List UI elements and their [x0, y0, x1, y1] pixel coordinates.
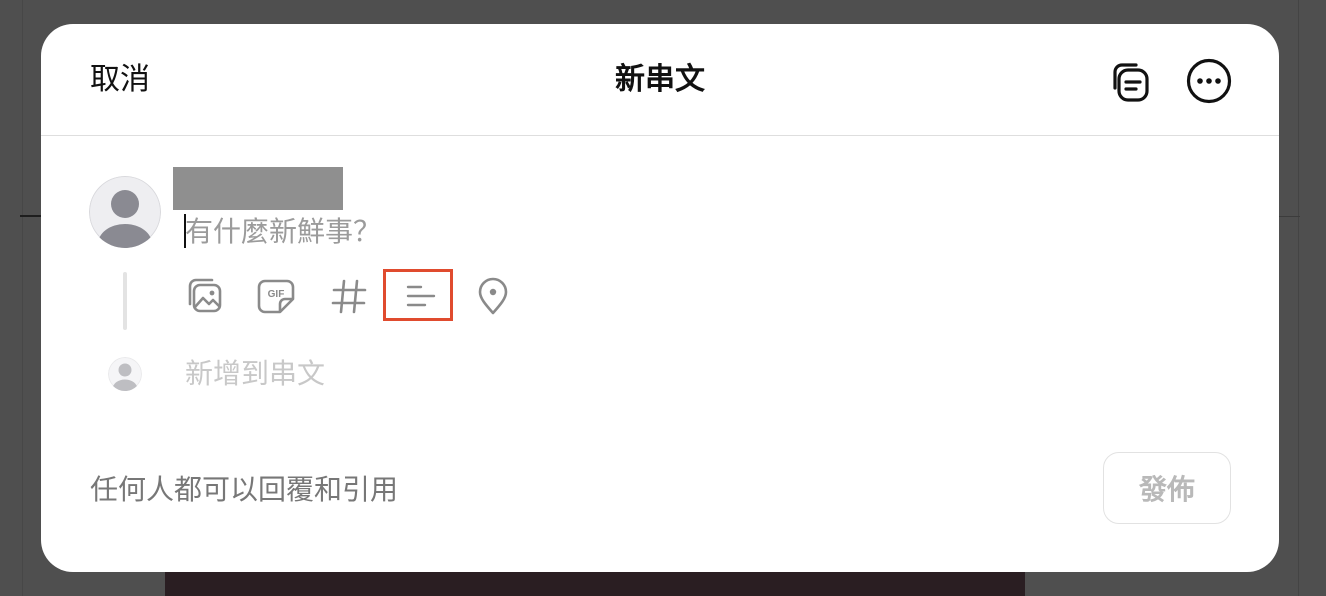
background-divider — [22, 0, 23, 596]
username-redacted — [173, 167, 343, 210]
background-rule — [1278, 216, 1300, 217]
location-icon — [478, 277, 508, 315]
add-to-thread[interactable]: 新增到串文 — [185, 354, 325, 394]
highlight-box — [383, 269, 453, 321]
gif-icon: GIF — [257, 279, 295, 314]
add-hashtag-button[interactable] — [325, 272, 373, 320]
new-thread-dialog: 取消 新串文 有什麼新鮮事？ GIF 新增到串文 任何人都可以回覆和引用 發佈 — [41, 24, 1279, 572]
compose-input[interactable]: 有什麼新鮮事？ — [185, 212, 1085, 252]
svg-text:GIF: GIF — [268, 289, 285, 300]
background-rule — [20, 215, 42, 217]
background-divider — [1298, 0, 1299, 596]
reply-permission-setting[interactable]: 任何人都可以回覆和引用 — [90, 470, 398, 510]
post-button[interactable]: 發佈 — [1103, 452, 1231, 524]
thread-avatar — [108, 357, 142, 391]
thread-line — [123, 272, 127, 330]
avatar[interactable] — [89, 176, 161, 248]
image-icon — [188, 278, 222, 313]
text-cursor — [184, 214, 186, 248]
dialog-header: 取消 新串文 — [41, 24, 1279, 136]
dialog-title: 新串文 — [615, 62, 705, 97]
add-location-button[interactable] — [469, 272, 517, 320]
drafts-icon[interactable] — [1105, 58, 1151, 104]
add-gif-button[interactable]: GIF — [253, 272, 301, 320]
add-image-button[interactable] — [182, 272, 230, 320]
hashtag-icon — [331, 279, 367, 314]
more-options-icon[interactable] — [1186, 58, 1232, 104]
